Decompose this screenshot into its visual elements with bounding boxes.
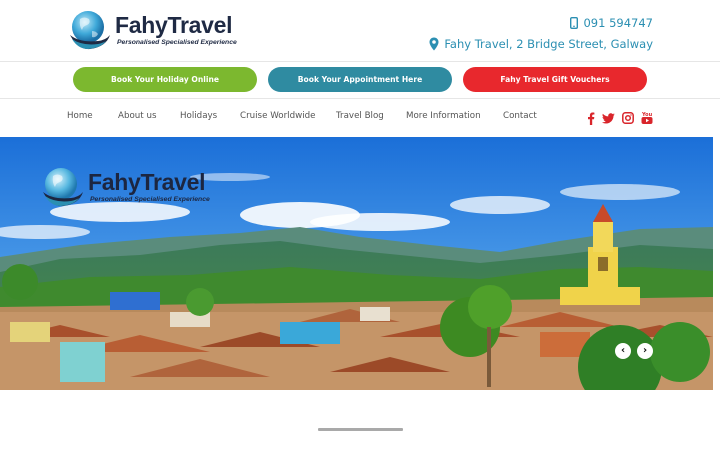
instagram-icon[interactable] (621, 111, 635, 125)
hero-logo: FahyTravel Personalised Specialised Expe… (39, 166, 210, 214)
nav-item-more-information[interactable]: More Information (406, 111, 481, 121)
logo-name: FahyTravel (115, 12, 233, 38)
chevron-right-icon: › (642, 345, 648, 356)
phone-icon (570, 17, 579, 29)
nav-item-home[interactable]: Home (67, 111, 93, 121)
hero-slider: FahyTravel Personalised Specialised Expe… (0, 137, 713, 390)
cta-bar: Book Your Holiday Online Book Your Appoi… (0, 62, 720, 99)
gift-vouchers-button[interactable]: Fahy Travel Gift Vouchers (463, 67, 647, 92)
globe-logo-icon (70, 11, 110, 50)
youtube-icon[interactable]: You (640, 111, 654, 125)
nav-item-contact[interactable]: Contact (503, 111, 537, 121)
hero-logo-name: FahyTravel (88, 169, 206, 195)
hero-logo-tagline: Personalised Specialised Experience (90, 196, 210, 203)
globe-logo-icon (43, 168, 83, 207)
scroll-indicator[interactable] (318, 428, 403, 431)
chevron-left-icon: ‹ (620, 345, 626, 356)
phone-number: 091 594747 (583, 16, 653, 30)
nav-item-holidays[interactable]: Holidays (180, 111, 217, 121)
map-pin-icon (429, 37, 439, 51)
nav-item-about-us[interactable]: About us (118, 111, 156, 121)
facebook-icon[interactable] (584, 111, 598, 125)
nav-item-travel-blog[interactable]: Travel Blog (336, 111, 384, 121)
site-logo[interactable]: FahyTravel Personalised Specialised Expe… (66, 9, 237, 57)
book-appointment-button[interactable]: Book Your Appointment Here (268, 67, 452, 92)
address-row[interactable]: Fahy Travel, 2 Bridge Street, Galway (429, 35, 653, 53)
address-text: Fahy Travel, 2 Bridge Street, Galway (444, 37, 653, 51)
phone-row[interactable]: 091 594747 (429, 14, 653, 32)
twitter-icon[interactable] (601, 111, 615, 125)
nav-item-cruise-worldwide[interactable]: Cruise Worldwide (240, 111, 315, 121)
contact-info: 091 594747 Fahy Travel, 2 Bridge Street,… (429, 14, 653, 56)
book-holiday-button[interactable]: Book Your Holiday Online (73, 67, 257, 92)
main-nav: Home About us Holidays Cruise Worldwide … (0, 99, 720, 137)
slider-prev-button[interactable]: ‹ (615, 343, 631, 359)
slider-next-button[interactable]: › (637, 343, 653, 359)
site-header: FahyTravel Personalised Specialised Expe… (0, 0, 720, 62)
logo-tagline: Personalised Specialised Experience (117, 39, 237, 46)
